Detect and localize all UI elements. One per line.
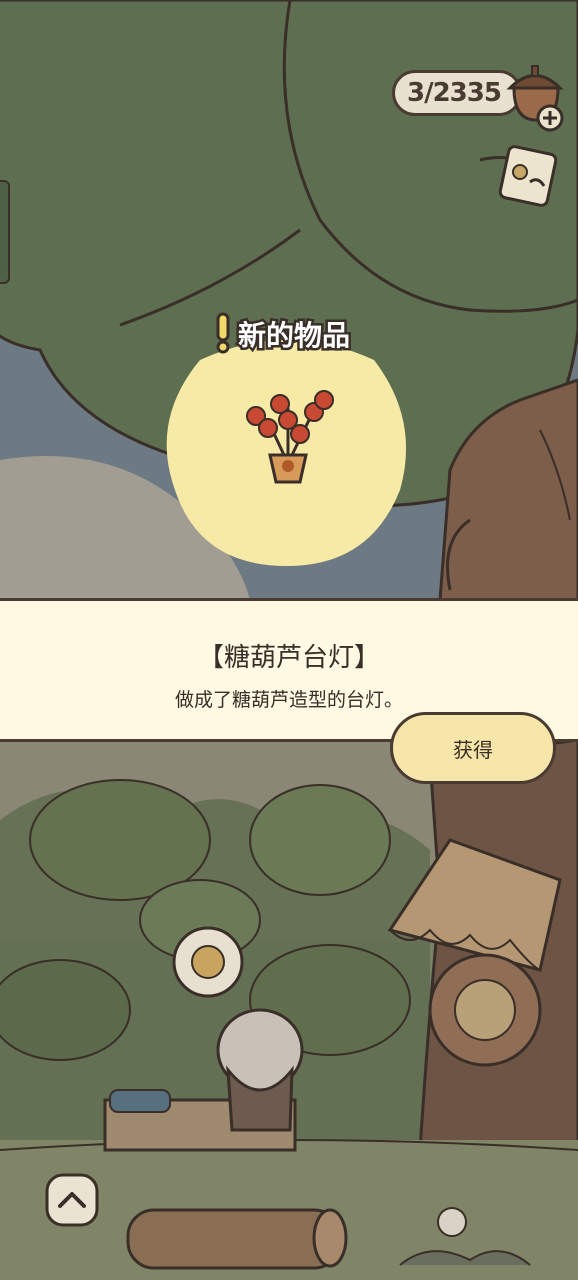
item-description: 做成了糖葫芦造型的台灯。	[174, 689, 403, 711]
acorn-icon[interactable]	[500, 58, 570, 134]
obtain-button[interactable]: 获得	[390, 712, 556, 784]
chevron-up-icon[interactable]	[44, 1172, 100, 1228]
item-name: 【糖葫芦台灯】	[197, 643, 380, 673]
new-item-label: 新的物品	[235, 317, 352, 355]
exclamation-icon	[216, 312, 230, 354]
acorn-count-text: 3/2335	[407, 78, 502, 108]
notebook-icon[interactable]	[492, 142, 566, 208]
item-highlight	[166, 340, 407, 566]
side-panel-tab[interactable]	[0, 180, 10, 284]
